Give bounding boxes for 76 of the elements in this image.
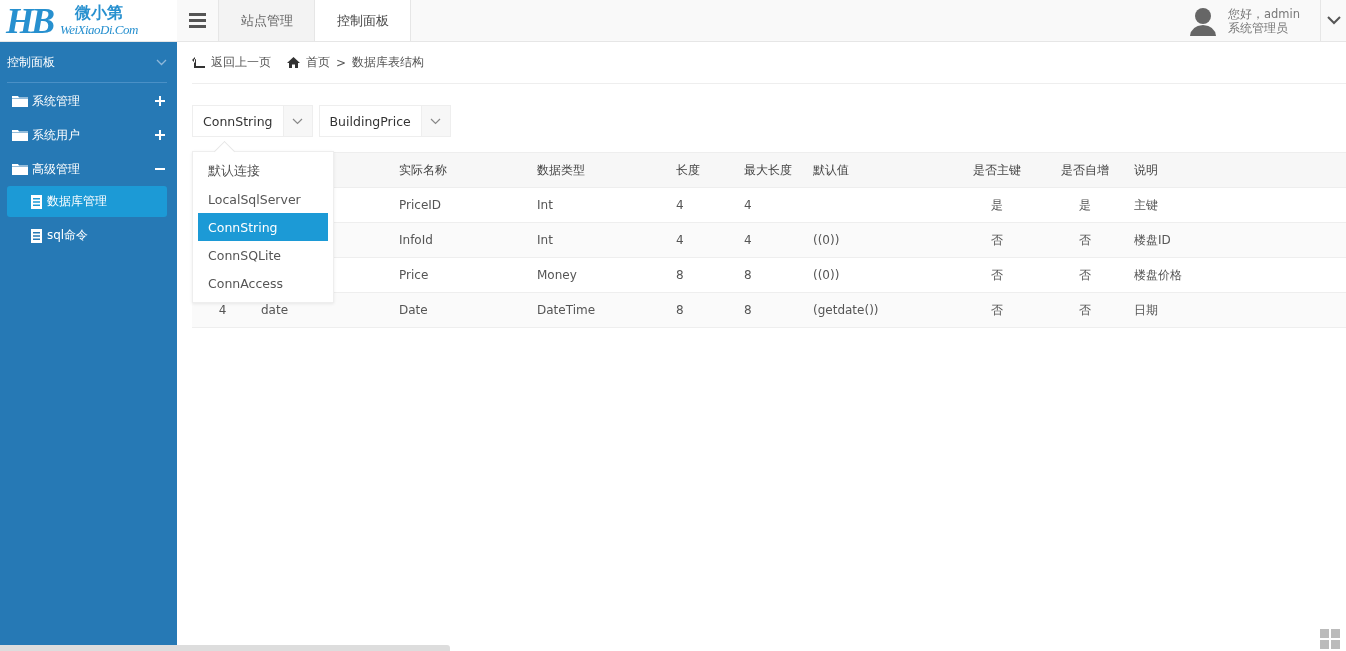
column-header: 实际名称 (398, 161, 448, 179)
chevron-icon (156, 58, 167, 66)
sidebar-title: 控制面板 (7, 53, 55, 71)
table-cell: 否 (991, 232, 1003, 247)
column-header: 是否主键 (972, 161, 1022, 179)
table-cell: 8 (676, 303, 684, 317)
table-cell: date (261, 303, 289, 317)
column-header: 长度 (675, 161, 701, 179)
logo-domain: WeiXiaoDi.Com (60, 22, 138, 37)
return-arrow-icon (192, 57, 205, 68)
breadcrumb-separator: > (336, 55, 347, 70)
dropdown-option[interactable]: ConnSQLite (198, 241, 328, 269)
table-cell: 否 (991, 267, 1003, 282)
caret-icon (430, 117, 442, 125)
table-cell: 4 (676, 198, 684, 212)
sidebar-item[interactable]: sql命令 (7, 220, 167, 251)
document-icon (31, 228, 42, 243)
column-header: 是否自增 (1060, 161, 1110, 179)
dropdown-option[interactable]: 默认连接 (198, 157, 328, 185)
table-cell: 楼盘ID (1134, 232, 1171, 247)
home-icon (287, 57, 300, 68)
table-cell: ((0)) (813, 233, 840, 247)
menu-icon (189, 13, 206, 28)
table-cell: 4 (744, 233, 752, 247)
table-cell: InfoId (399, 233, 433, 247)
folder-icon (12, 129, 28, 141)
table-cell: 日期 (1134, 302, 1158, 317)
table-cell: 4 (676, 233, 684, 247)
dropdown-option[interactable]: LocalSqlServer (198, 185, 328, 213)
sidebar-group[interactable]: 系统用户 (0, 118, 167, 152)
table-cell: Price (399, 268, 429, 282)
column-header: 数据类型 (536, 161, 586, 179)
column-header: 默认值 (812, 161, 850, 179)
table-cell: 否 (1079, 232, 1091, 247)
nav-tab[interactable]: 站点管理 (219, 0, 315, 41)
folder-icon (12, 95, 28, 107)
table-cell: 8 (676, 268, 684, 282)
table-cell: 4 (744, 198, 752, 212)
table-cell: ((0)) (813, 268, 840, 282)
column-header: 最大长度 (743, 161, 793, 179)
table-cell: (getdate()) (813, 303, 879, 317)
table-cell: PriceID (399, 198, 442, 212)
table-cell: DateTime (537, 303, 596, 317)
user-role: 系统管理员 (1228, 20, 1289, 35)
table-cell: 8 (744, 303, 752, 317)
logo-mark: HB (6, 2, 52, 39)
table-cell: Date (399, 303, 428, 317)
sidebar-group[interactable]: 系统管理 (0, 84, 167, 118)
folder-icon (12, 163, 28, 175)
sidebar-group[interactable]: 高级管理 (0, 152, 167, 186)
logo-name: 微小第 (74, 4, 123, 22)
dropdown-option[interactable]: ConnAccess (198, 269, 328, 297)
table-cell: 4 (218, 303, 227, 317)
select-field[interactable]: BuildingPrice (318, 105, 451, 137)
table-cell: 否 (1079, 302, 1091, 317)
caret-icon (292, 117, 304, 125)
nav-tab[interactable]: 控制面板 (315, 0, 411, 41)
document-icon (31, 194, 42, 209)
table-cell: Int (537, 233, 553, 247)
column-header: 说明 (1133, 161, 1159, 179)
user-avatar-icon (1188, 5, 1218, 36)
table-cell: Int (537, 198, 553, 212)
table-cell: 是 (1079, 197, 1091, 212)
table-cell: 主键 (1134, 197, 1158, 212)
scrollbar[interactable] (0, 645, 450, 651)
table-cell: Money (537, 268, 577, 282)
table-cell: 楼盘价格 (1134, 267, 1182, 282)
user-greeting: 您好，admin (1228, 6, 1302, 21)
breadcrumb-current: 数据库表结构 (352, 54, 425, 71)
back-link[interactable]: 返回上一页 (192, 54, 271, 71)
table-cell: 8 (744, 268, 752, 282)
table-cell: 否 (1079, 267, 1091, 282)
caret-icon (1326, 16, 1341, 25)
table-cell: 是 (991, 197, 1003, 212)
home-link[interactable]: 首页 (306, 54, 330, 71)
table-cell: 否 (991, 302, 1003, 317)
